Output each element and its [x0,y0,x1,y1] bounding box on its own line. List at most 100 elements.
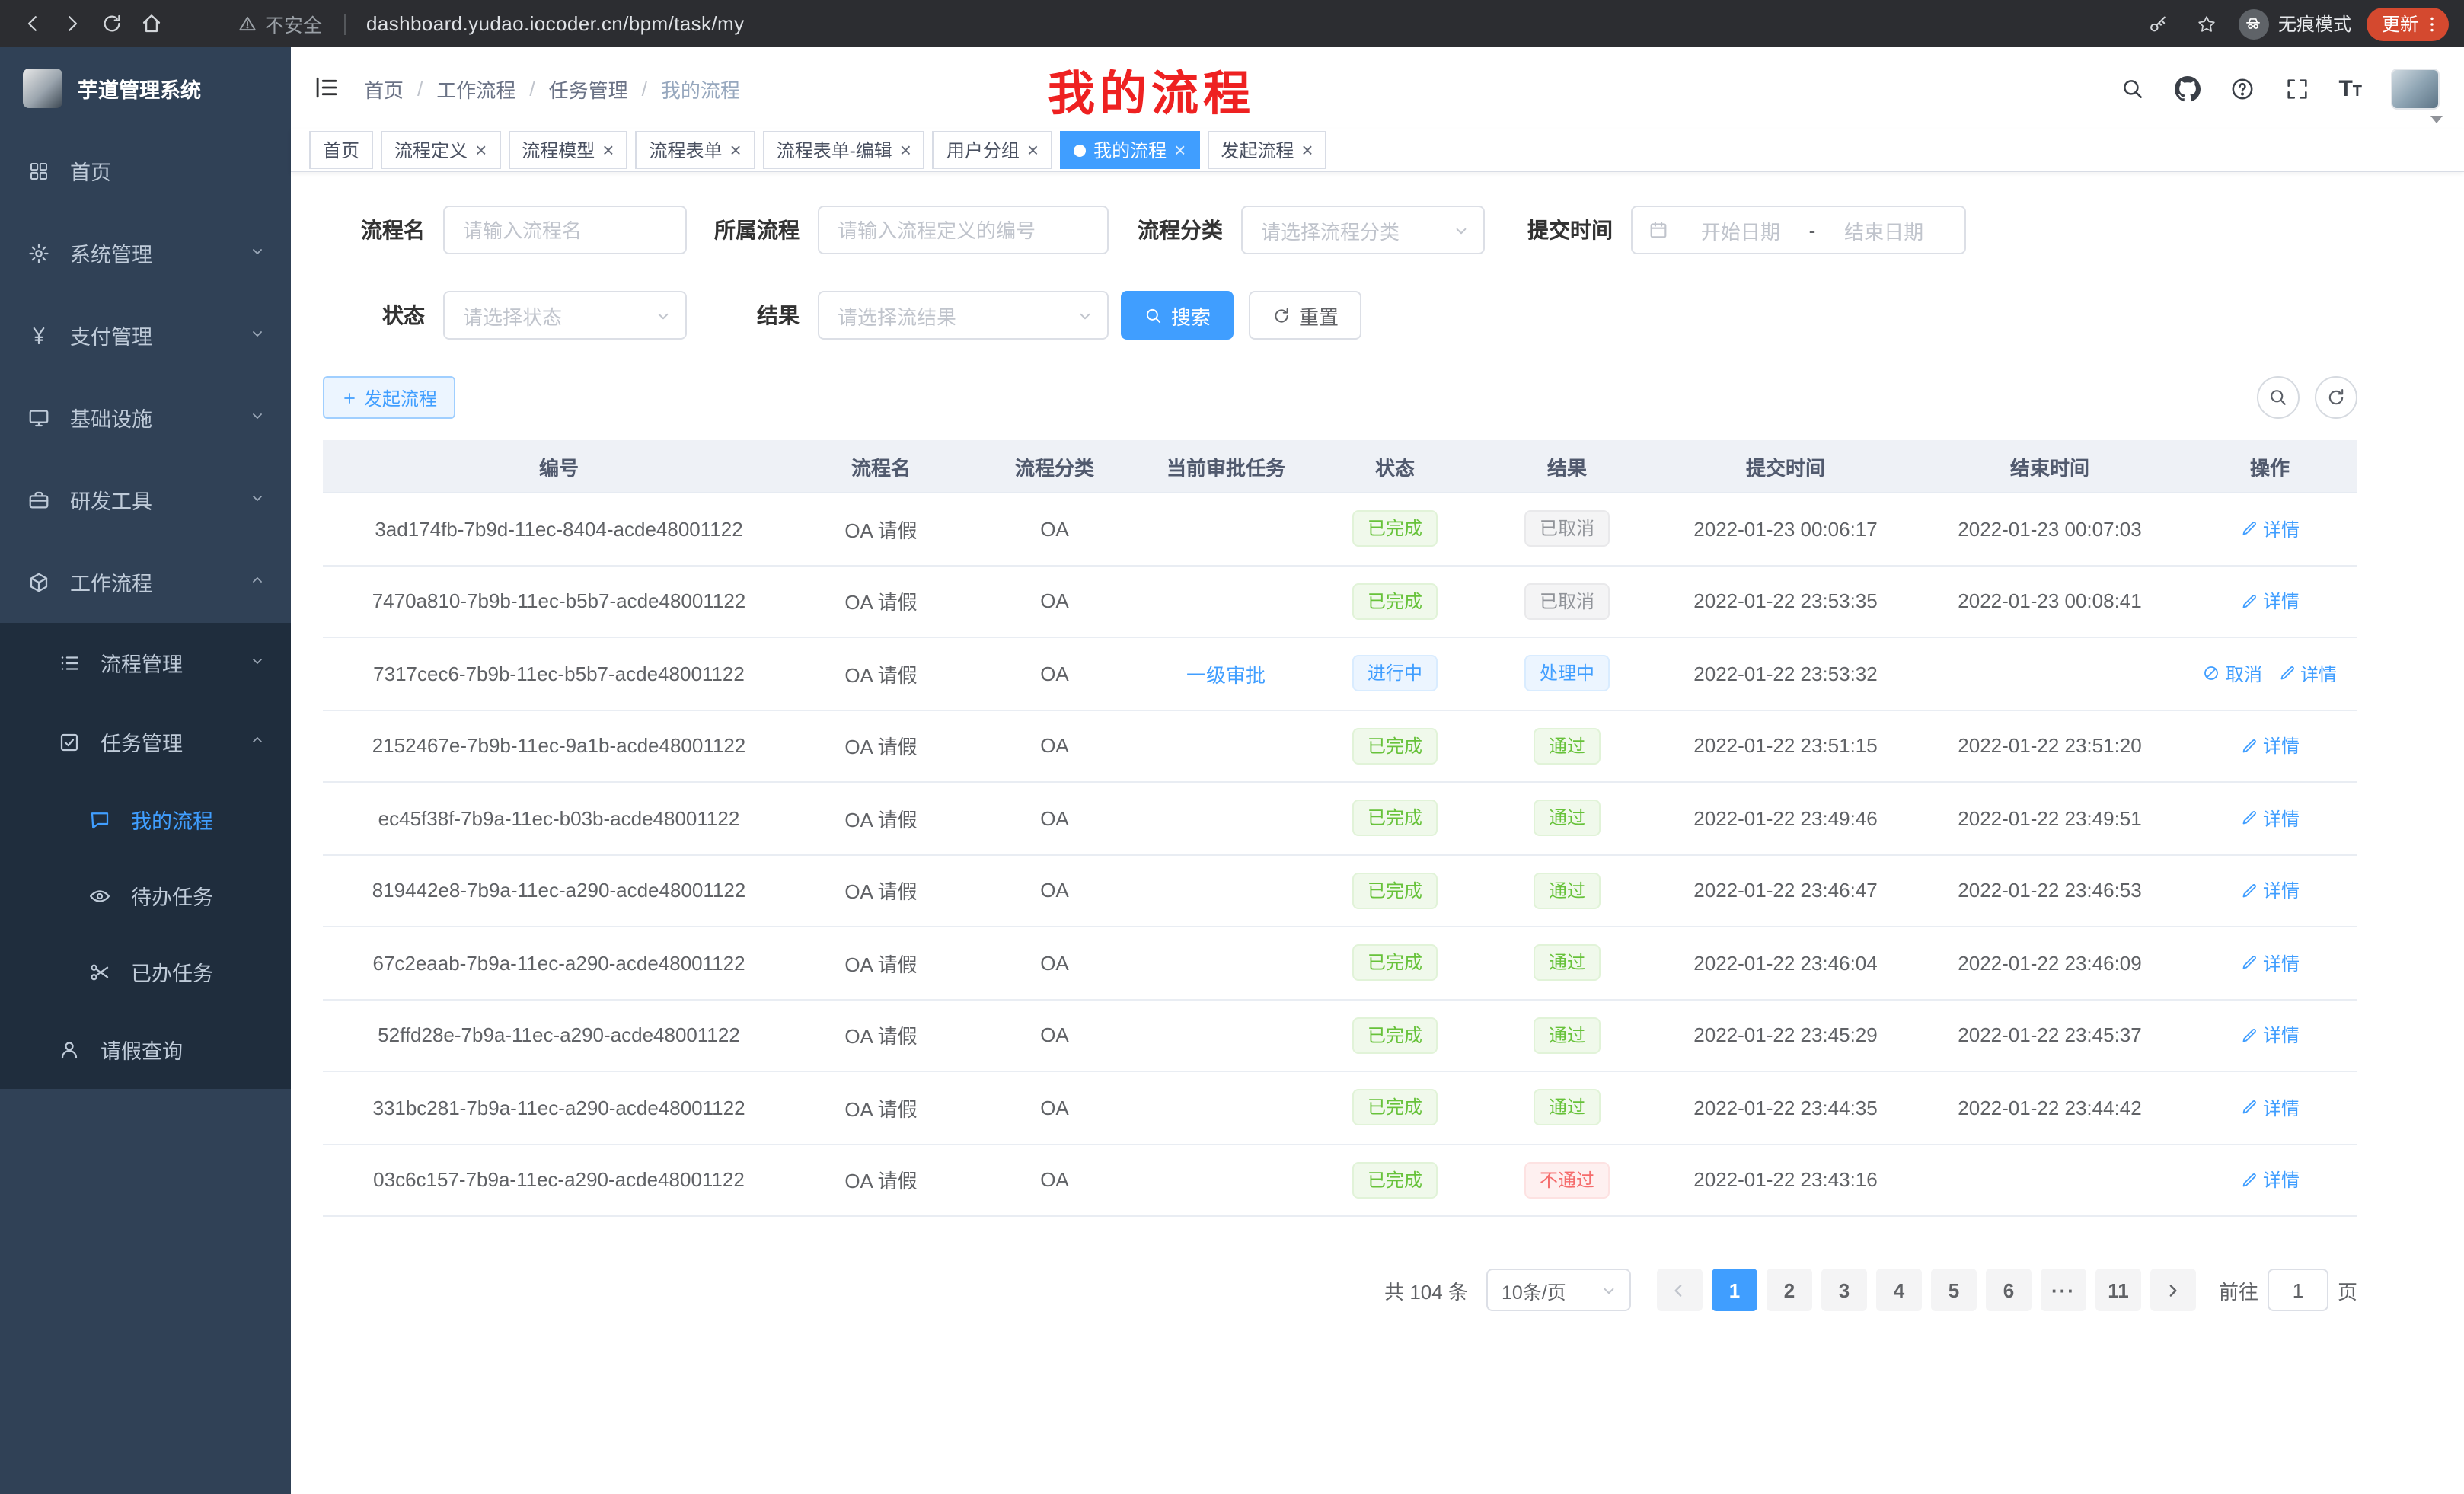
cancel-link[interactable]: 取消 [2203,661,2262,687]
reload-icon[interactable] [94,7,128,40]
key-icon[interactable] [2141,7,2175,40]
sidebar-item-process-management[interactable]: 流程管理 [0,623,291,702]
prev-page-button[interactable] [1657,1269,1703,1311]
cell-result: 通过 [1480,927,1654,998]
sidebar-item-dev-tools[interactable]: 研发工具 [0,458,291,541]
page-button-2[interactable]: 2 [1767,1269,1812,1311]
page-button-11[interactable]: 11 [2095,1269,2141,1311]
cancel-icon [2203,665,2221,683]
close-icon[interactable]: × [1174,140,1186,160]
tab-process-model[interactable]: 流程模型 × [508,131,627,169]
detail-link[interactable]: 详情 [2240,1095,2300,1121]
pager-more-button[interactable]: ··· [2041,1269,2086,1311]
forward-icon[interactable] [55,7,88,40]
cell-actions: 详情 [2182,1144,2357,1215]
address-bar-url[interactable]: dashboard.yudao.iocoder.cn/bpm/task/my [366,12,745,35]
menu-dots-icon[interactable] [2421,13,2443,34]
detail-link[interactable]: 详情 [2240,1167,2300,1193]
close-icon[interactable]: × [730,140,742,160]
font-size-icon[interactable]: TT [2338,77,2362,100]
logo[interactable]: 芋道管理系统 [0,47,291,129]
process-name-input[interactable] [443,206,687,254]
breadcrumb-item[interactable]: 首页 [364,74,404,103]
cell-current-task: 一级审批 [1142,638,1310,709]
toggle-search-button[interactable] [2257,376,2300,419]
tab-label: 用户分组 [946,137,1020,163]
edit-icon [2240,520,2258,538]
sidebar-item-system-management[interactable]: 系统管理 [0,212,291,294]
detail-link[interactable]: 详情 [2240,733,2300,759]
current-task-link[interactable]: 一级审批 [1186,659,1266,688]
detail-link[interactable]: 详情 [2240,516,2300,542]
detail-link[interactable]: 详情 [2240,878,2300,904]
close-icon[interactable]: × [900,140,911,160]
search-button[interactable]: 搜索 [1121,291,1234,340]
tab-process-form-edit[interactable]: 流程表单-编辑 × [763,131,925,169]
sidebar-item-workflow[interactable]: 工作流程 [0,541,291,623]
browser-home-icon[interactable] [134,7,168,40]
breadcrumb-item[interactable]: 工作流程 [436,74,515,103]
detail-link[interactable]: 详情 [2240,950,2300,976]
user-menu[interactable] [2391,68,2440,109]
goto-page-input[interactable] [2268,1269,2328,1311]
page-button-1[interactable]: 1 [1712,1269,1757,1311]
close-icon[interactable]: × [1301,140,1313,160]
tab-home[interactable]: 首页 [309,131,373,169]
sidebar-toggle-icon[interactable] [312,73,343,104]
sidebar-item-leave-query[interactable]: 请假查询 [0,1010,291,1089]
bookmark-star-icon[interactable] [2190,7,2223,40]
tab-my-process[interactable]: 我的流程 × [1060,131,1199,169]
breadcrumb-item[interactable]: 任务管理 [549,74,628,103]
github-icon[interactable] [2174,75,2200,101]
status-select[interactable]: 请选择状态 [443,291,687,340]
detail-link[interactable]: 详情 [2240,589,2300,615]
detail-link[interactable]: 详情 [2240,1023,2300,1049]
tab-process-form[interactable]: 流程表单 × [635,131,755,169]
close-icon[interactable]: × [475,140,487,160]
start-process-button[interactable]: 发起流程 [323,376,455,419]
sidebar: 芋道管理系统 首页 系统管理 支付管理 基础设施 研发工具 工作流程 流程管理 … [0,47,291,1494]
sidebar-item-infrastructure[interactable]: 基础设施 [0,376,291,458]
page-button-5[interactable]: 5 [1931,1269,1977,1311]
cell-status: 已完成 [1310,1000,1480,1071]
page-button-3[interactable]: 3 [1821,1269,1867,1311]
close-icon[interactable]: × [1027,140,1039,160]
tag-success: 已完成 [1352,728,1438,765]
refresh-table-button[interactable] [2315,376,2357,419]
sidebar-item-home[interactable]: 首页 [0,129,291,212]
sidebar-item-done-task[interactable]: 已办任务 [0,934,291,1010]
security-chip[interactable]: 不安全 [238,9,322,38]
chevron-down-icon [248,241,267,264]
cell-actions: 取消详情 [2182,638,2357,709]
sidebar-item-my-process[interactable]: 我的流程 [0,781,291,857]
next-page-button[interactable] [2150,1269,2196,1311]
header-search-icon[interactable] [2119,75,2145,101]
fullscreen-icon[interactable] [2284,75,2309,101]
update-button[interactable]: 更新 [2367,7,2449,40]
tag-primary: 处理中 [1524,656,1610,692]
sidebar-item-task-management[interactable]: 任务管理 [0,702,291,781]
page-size-value: 10条/页 [1502,1275,1566,1304]
page-size-select[interactable]: 10条/页 [1486,1269,1631,1311]
result-select[interactable]: 请选择流结果 [818,291,1109,340]
tab-start-process[interactable]: 发起流程 × [1207,131,1326,169]
detail-link[interactable]: 详情 [2277,661,2337,687]
back-icon[interactable] [15,7,49,40]
page-button-4[interactable]: 4 [1876,1269,1922,1311]
category-select[interactable]: 请选择流程分类 [1241,206,1485,254]
submit-time-range-picker[interactable]: 开始日期 - 结束日期 [1631,206,1966,254]
sidebar-item-todo-task[interactable]: 待办任务 [0,857,291,934]
parent-process-input[interactable] [818,206,1109,254]
tab-process-definition[interactable]: 流程定义 × [381,131,500,169]
reset-button[interactable]: 重置 [1249,291,1361,340]
result-placeholder: 请选择流结果 [838,301,956,330]
help-icon[interactable] [2229,75,2255,101]
tab-user-group[interactable]: 用户分组 × [933,131,1052,169]
tag-info: 已取消 [1524,583,1610,620]
close-icon[interactable]: × [602,140,614,160]
detail-link[interactable]: 详情 [2240,806,2300,832]
page-button-6[interactable]: 6 [1986,1269,2032,1311]
cell-name: OA 请假 [795,1144,967,1215]
cell-result: 处理中 [1480,638,1654,709]
sidebar-item-payment-management[interactable]: 支付管理 [0,294,291,376]
